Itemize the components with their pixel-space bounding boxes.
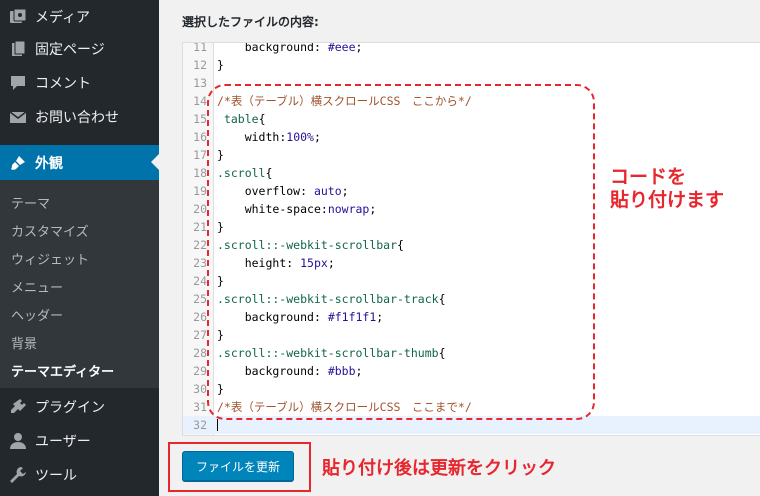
code-line[interactable]: 11 background: #eee; — [183, 42, 760, 56]
line-number: 12 — [193, 58, 207, 72]
sidebar-item-media[interactable]: メディア — [0, 0, 159, 34]
sidebar-item-label: メディア — [35, 10, 91, 26]
line-number: 14 — [193, 94, 207, 108]
submenu-item-background[interactable]: 背景 — [11, 333, 37, 352]
line-number: 16 — [193, 130, 207, 144]
line-number: 28 — [193, 346, 207, 360]
code-text: } — [217, 58, 224, 72]
wrench-icon — [9, 466, 27, 484]
submenu-item-themes[interactable]: テーマ — [11, 193, 50, 212]
line-number: 17 — [193, 148, 207, 162]
submenu-item-customize[interactable]: カスタマイズ — [11, 221, 89, 240]
line-number: 25 — [193, 292, 207, 306]
line-number: 31 — [193, 400, 207, 414]
line-number: 26 — [193, 310, 207, 324]
appearance-submenu: テーマ カスタマイズ ウィジェット メニュー ヘッダー 背景 テーマエディター — [0, 180, 159, 388]
line-number: 18 — [193, 166, 207, 180]
line-number: 29 — [193, 364, 207, 378]
sidebar-item-label: ユーザー — [35, 434, 91, 450]
active-indicator — [151, 154, 159, 170]
user-icon — [9, 432, 27, 450]
line-number: 21 — [193, 220, 207, 234]
submenu-item-menus[interactable]: メニュー — [11, 277, 63, 296]
line-number: 32 — [193, 418, 207, 432]
text-cursor — [217, 419, 218, 431]
update-file-button[interactable]: ファイルを更新 — [182, 451, 294, 481]
line-number: 30 — [193, 382, 207, 396]
line-number: 27 — [193, 328, 207, 342]
submenu-item-theme-editor[interactable]: テーマエディター — [11, 361, 114, 380]
sidebar-item-label: 外観 — [35, 155, 63, 172]
sidebar-item-contact[interactable]: お問い合わせ — [0, 100, 159, 134]
admin-sidebar: メディア 固定ページ コメント お問い合わせ 外観 テーマ カスタマイズ ウィジ… — [0, 0, 159, 496]
media-icon — [9, 8, 27, 26]
annotation-code-highlight — [207, 84, 595, 420]
sidebar-item-label: 固定ページ — [35, 42, 105, 58]
line-number: 22 — [193, 238, 207, 252]
sidebar-item-label: コメント — [35, 76, 91, 92]
submenu-item-widgets[interactable]: ウィジェット — [11, 249, 89, 268]
brush-icon — [9, 154, 27, 172]
sidebar-item-label: お問い合わせ — [35, 110, 119, 126]
code-text: background: #eee; — [244, 42, 363, 54]
plugin-icon — [9, 398, 27, 416]
line-number: 19 — [193, 184, 207, 198]
mail-icon — [9, 108, 27, 126]
file-content-heading: 選択したファイルの内容: — [182, 15, 319, 29]
sidebar-item-appearance[interactable]: 外観 — [0, 145, 159, 180]
sidebar-item-label: ツール — [35, 468, 77, 484]
sidebar-item-users[interactable]: ユーザー — [0, 424, 159, 458]
line-number: 15 — [193, 112, 207, 126]
sidebar-item-label: プラグイン — [35, 400, 105, 416]
code-line[interactable]: 12} — [183, 56, 760, 74]
line-number: 24 — [193, 274, 207, 288]
annotation-paste-code: コードを 貼り付けます — [610, 166, 725, 211]
sidebar-item-plugins[interactable]: プラグイン — [0, 390, 159, 424]
line-number: 20 — [193, 202, 207, 216]
submenu-item-header[interactable]: ヘッダー — [11, 305, 63, 324]
line-number: 23 — [193, 256, 207, 270]
line-number: 11 — [193, 42, 207, 54]
sidebar-item-pages[interactable]: 固定ページ — [0, 32, 159, 66]
sidebar-item-comments[interactable]: コメント — [0, 66, 159, 100]
comment-icon — [9, 74, 27, 92]
line-number: 13 — [193, 76, 207, 90]
annotation-click-update: 貼り付け後は更新をクリック — [322, 458, 556, 479]
pages-icon — [9, 40, 27, 58]
sidebar-item-tools[interactable]: ツール — [0, 458, 159, 492]
